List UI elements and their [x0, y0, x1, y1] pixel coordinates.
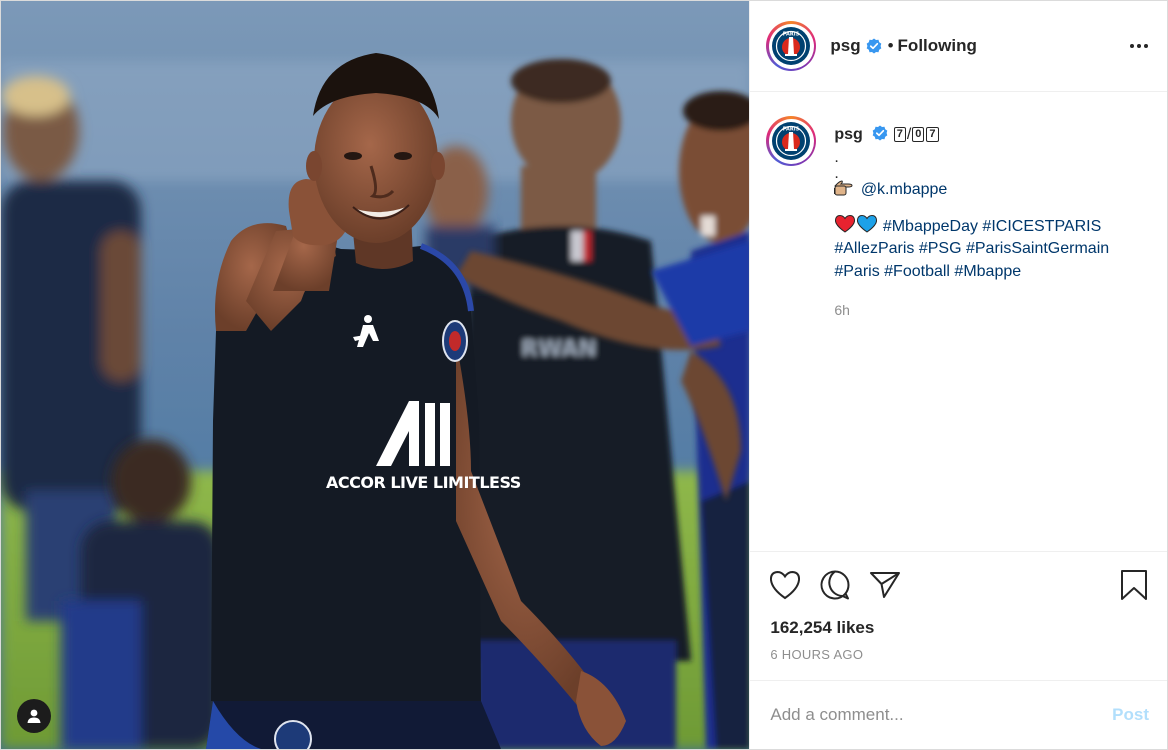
following-button[interactable]: Following — [898, 36, 977, 56]
number-slash: / — [906, 126, 912, 143]
action-bar — [750, 551, 1167, 617]
post-image[interactable]: RWAN ACCOR LIVE LIMITLESS — [1, 1, 750, 749]
blue-heart-icon — [857, 214, 878, 233]
mention-link[interactable]: @k.mbappe — [861, 181, 948, 198]
psg-logo-icon: PARIS — [772, 27, 811, 65]
keycap-digit: 7 — [893, 127, 906, 142]
caption-dot-line: . — [834, 148, 839, 166]
hashtag-links[interactable]: #MbappeDay #ICICESTPARIS — [883, 218, 1101, 235]
post-comment-button[interactable]: Post — [1112, 705, 1149, 725]
hashtag-links[interactable]: #AllezParis #PSG #ParisSaintGermain — [834, 240, 1109, 257]
caption-first-line: psg 7/0 7 — [834, 124, 1109, 147]
svg-text:ACCOR LIVE LIMITLESS: ACCOR LIVE LIMITLESS — [326, 473, 521, 492]
like-heart-icon[interactable] — [768, 568, 802, 602]
author-username[interactable]: psg — [830, 36, 860, 56]
hashtag-links[interactable]: #Paris #Football #Mbappe — [834, 263, 1021, 280]
comment-input[interactable] — [770, 705, 1113, 725]
comment-bubble-icon[interactable] — [818, 568, 852, 602]
comments-area: PARIS psg 7/0 7 . . @k.mbappe #MbappeDay… — [750, 92, 1167, 551]
caption-timestamp[interactable]: 6h — [834, 299, 1109, 322]
caption-avatar[interactable]: PARIS — [766, 116, 817, 166]
verified-badge-icon — [872, 125, 888, 141]
keycap-digit: 7 — [926, 127, 939, 142]
svg-text:RWAN: RWAN — [521, 337, 597, 362]
user-tag-icon[interactable] — [17, 699, 51, 733]
post-timestamp[interactable]: 6 HOURS AGO — [750, 647, 1167, 680]
psg-logo-icon: PARIS — [772, 122, 811, 160]
svg-text:PARIS: PARIS — [783, 32, 800, 38]
post-header: PARIS psg • Following — [750, 1, 1167, 92]
caption-hashtags: #MbappeDay #ICICESTPARIS #AllezParis #PS… — [834, 214, 1109, 284]
caption-mention-line: @k.mbappe — [834, 179, 1109, 202]
likes-count[interactable]: 162,254 likes — [750, 617, 1167, 647]
keycap-digit: 0 — [912, 127, 925, 142]
svg-text:PARIS: PARIS — [783, 127, 800, 133]
separator-dot: • — [887, 36, 894, 55]
save-bookmark-icon[interactable] — [1117, 568, 1151, 602]
caption-username[interactable]: psg — [834, 126, 862, 143]
add-comment-bar: Post — [750, 680, 1167, 749]
photo-scene: RWAN ACCOR LIVE LIMITLESS — [1, 1, 750, 749]
avatar[interactable]: PARIS — [766, 21, 817, 71]
pointing-hand-icon — [834, 180, 853, 196]
post-dialog: RWAN ACCOR LIVE LIMITLESS PARIS psg • Fo… — [0, 0, 1168, 750]
red-heart-icon — [835, 214, 856, 233]
post-side-panel: PARIS psg • Following PARIS psg 7 / 0 7 … — [749, 1, 1167, 749]
caption-dot-line: . — [834, 165, 839, 182]
share-paper-plane-icon[interactable] — [868, 568, 902, 602]
post-caption: psg 7/0 7 . . @k.mbappe #MbappeDay #ICIC… — [834, 124, 1109, 551]
more-options-icon[interactable] — [1127, 34, 1151, 58]
verified-badge-icon — [866, 38, 881, 54]
